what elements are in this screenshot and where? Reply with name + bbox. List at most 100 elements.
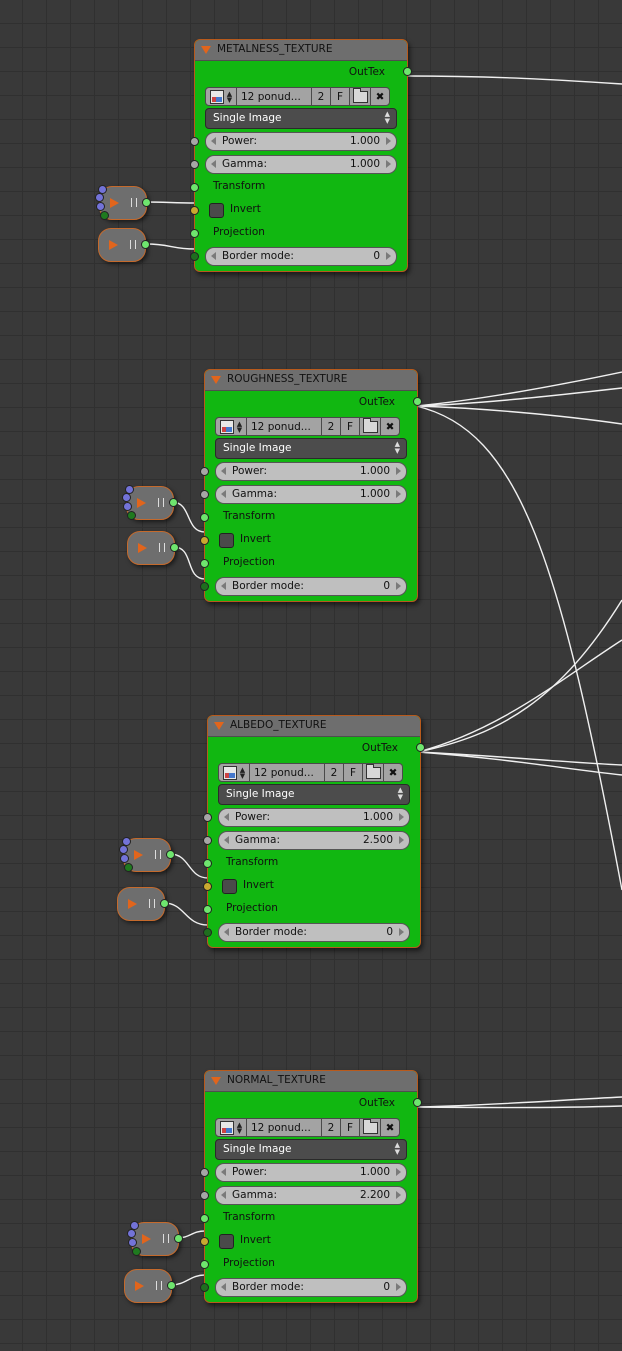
outtex-socket[interactable] xyxy=(413,397,422,406)
outtex-socket[interactable] xyxy=(416,743,425,752)
unlink-image-button[interactable]: ✖ xyxy=(383,763,403,782)
power-socket[interactable] xyxy=(200,467,209,476)
node-header[interactable]: ALBEDO_TEXTURE xyxy=(208,716,420,737)
projection-input-node[interactable] xyxy=(98,228,150,262)
socket-blue[interactable] xyxy=(120,854,129,863)
decrement-arrow-icon[interactable] xyxy=(211,252,216,260)
power-socket[interactable] xyxy=(203,813,212,822)
open-image-button[interactable] xyxy=(362,763,384,782)
invert-socket[interactable] xyxy=(200,1237,209,1246)
socket-green-dark[interactable] xyxy=(100,211,109,220)
outtex-socket[interactable] xyxy=(413,1098,422,1107)
projection-input-node[interactable] xyxy=(127,531,179,565)
border-mode-socket[interactable] xyxy=(203,928,212,937)
output-socket[interactable] xyxy=(167,1281,176,1290)
invert-socket[interactable] xyxy=(200,536,209,545)
power-slider[interactable]: Power: 1.000 xyxy=(215,1163,407,1182)
texture-node[interactable]: NORMAL_TEXTURE OutTex ▲ ▼ 12 ponud... 2 F… xyxy=(200,1070,422,1303)
output-socket[interactable] xyxy=(169,498,178,507)
projection-socket[interactable] xyxy=(203,905,212,914)
decrement-arrow-icon[interactable] xyxy=(221,467,226,475)
output-socket[interactable] xyxy=(170,543,179,552)
socket-blue[interactable] xyxy=(122,493,131,502)
fake-user-button[interactable]: F xyxy=(340,417,360,436)
transform-socket[interactable] xyxy=(200,1214,209,1223)
texture-node[interactable]: ROUGHNESS_TEXTURE OutTex ▲ ▼ 12 ponud... … xyxy=(200,369,422,602)
triangle-down-icon[interactable] xyxy=(214,722,224,730)
socket-green-dark[interactable] xyxy=(127,511,136,520)
border-mode-socket[interactable] xyxy=(200,1283,209,1292)
increment-arrow-icon[interactable] xyxy=(399,836,404,844)
image-name-field[interactable]: 12 ponud... xyxy=(249,763,325,782)
border-mode-field[interactable]: Border mode: 0 xyxy=(205,247,397,266)
source-dropdown[interactable]: Single Image ▲ ▼ xyxy=(215,438,407,459)
projection-input-node[interactable] xyxy=(117,887,169,921)
image-users-count[interactable]: 2 xyxy=(321,1118,341,1137)
texture-node[interactable]: METALNESS_TEXTURE OutTex ▲ ▼ 12 ponud... … xyxy=(190,39,412,272)
unlink-image-button[interactable]: ✖ xyxy=(380,1118,400,1137)
border-mode-field[interactable]: Border mode: 0 xyxy=(215,1278,407,1297)
invert-socket[interactable] xyxy=(190,206,199,215)
increment-arrow-icon[interactable] xyxy=(386,137,391,145)
increment-arrow-icon[interactable] xyxy=(386,160,391,168)
projection-socket[interactable] xyxy=(200,1260,209,1269)
increment-arrow-icon[interactable] xyxy=(396,1168,401,1176)
increment-arrow-icon[interactable] xyxy=(399,928,404,936)
border-mode-socket[interactable] xyxy=(200,582,209,591)
source-dropdown[interactable]: Single Image ▲ ▼ xyxy=(205,108,397,129)
increment-arrow-icon[interactable] xyxy=(396,1191,401,1199)
gamma-slider[interactable]: Gamma: 1.000 xyxy=(205,155,397,174)
transform-input-node[interactable] xyxy=(119,837,175,872)
gamma-socket[interactable] xyxy=(190,160,199,169)
image-name-field[interactable]: 12 ponud... xyxy=(236,87,312,106)
open-image-button[interactable] xyxy=(359,1118,381,1137)
socket-blue[interactable] xyxy=(128,1238,137,1247)
image-selector[interactable]: ▲ ▼ 12 ponud... 2 F ✖ xyxy=(218,763,403,782)
increment-arrow-icon[interactable] xyxy=(396,467,401,475)
transform-socket[interactable] xyxy=(200,513,209,522)
output-socket[interactable] xyxy=(166,850,175,859)
border-mode-socket[interactable] xyxy=(190,252,199,261)
socket-blue[interactable] xyxy=(119,845,128,854)
triangle-down-icon[interactable] xyxy=(211,376,221,384)
image-users-count[interactable]: 2 xyxy=(311,87,331,106)
socket-green-dark[interactable] xyxy=(132,1247,141,1256)
transform-socket[interactable] xyxy=(203,859,212,868)
fake-user-button[interactable]: F xyxy=(340,1118,360,1137)
gamma-socket[interactable] xyxy=(203,836,212,845)
node-header[interactable]: METALNESS_TEXTURE xyxy=(195,40,407,61)
socket-green-dark[interactable] xyxy=(124,863,133,872)
socket-blue[interactable] xyxy=(96,202,105,211)
decrement-arrow-icon[interactable] xyxy=(221,582,226,590)
decrement-arrow-icon[interactable] xyxy=(224,928,229,936)
gamma-slider[interactable]: Gamma: 2.200 xyxy=(215,1186,407,1205)
decrement-arrow-icon[interactable] xyxy=(224,813,229,821)
fake-user-button[interactable]: F xyxy=(330,87,350,106)
open-image-button[interactable] xyxy=(359,417,381,436)
image-name-field[interactable]: 12 ponud... xyxy=(246,1118,322,1137)
output-socket[interactable] xyxy=(142,198,151,207)
gamma-socket[interactable] xyxy=(200,1191,209,1200)
image-type-button[interactable]: ▲ ▼ xyxy=(218,763,250,782)
invert-socket[interactable] xyxy=(203,882,212,891)
gamma-slider[interactable]: Gamma: 2.500 xyxy=(218,831,410,850)
projection-socket[interactable] xyxy=(200,559,209,568)
unlink-image-button[interactable]: ✖ xyxy=(380,417,400,436)
transform-socket[interactable] xyxy=(190,183,199,192)
invert-checkbox[interactable] xyxy=(219,1234,234,1249)
open-image-button[interactable] xyxy=(349,87,371,106)
texture-node[interactable]: ALBEDO_TEXTURE OutTex ▲ ▼ 12 ponud... 2 F… xyxy=(203,715,425,948)
power-socket[interactable] xyxy=(190,137,199,146)
image-type-button[interactable]: ▲ ▼ xyxy=(205,87,237,106)
outtex-socket[interactable] xyxy=(403,67,412,76)
fake-user-button[interactable]: F xyxy=(343,763,363,782)
node-header[interactable]: ROUGHNESS_TEXTURE xyxy=(205,370,417,391)
invert-checkbox[interactable] xyxy=(209,203,224,218)
output-socket[interactable] xyxy=(160,899,169,908)
decrement-arrow-icon[interactable] xyxy=(224,836,229,844)
decrement-arrow-icon[interactable] xyxy=(221,1283,226,1291)
power-socket[interactable] xyxy=(200,1168,209,1177)
increment-arrow-icon[interactable] xyxy=(396,490,401,498)
source-dropdown[interactable]: Single Image ▲ ▼ xyxy=(215,1139,407,1160)
socket-blue[interactable] xyxy=(95,193,104,202)
